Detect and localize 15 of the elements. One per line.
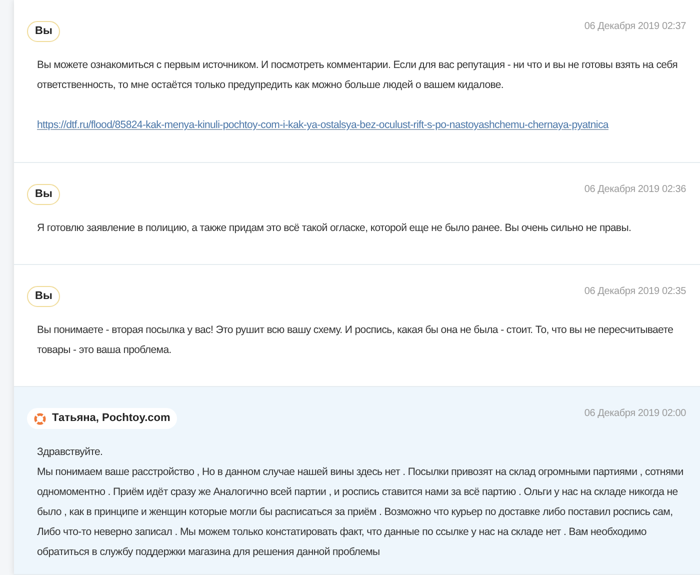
message-text: Вы можете ознакомиться с первым источником. И посмотреть комментарии. Если для вас репутация - ни что и вы не готовы взять на себя ответственность, то мне остаётся только предупредить как можно больше людей о вашем кидалове. (37, 58, 678, 93)
author-name: Татьяна, Pochtoy.com (52, 411, 170, 426)
message-text: Вы понимаете - вторая посылка у вас! Это рушит всю вашу схему. И роспись, какая бы она не была - стоит. То, что вы не пересчитываете товары - это ваша проблема. (37, 323, 674, 358)
lifebuoy-icon (34, 412, 46, 424)
source-link[interactable]: https://dtf.ru/flood/85824-kak-menya-kinuli-pochtoy-com-i-kak-ya-ostalsya-bez-oculust-rift-s-po-nastoyashchemu-chernaya-pyatnica (37, 119, 608, 131)
message-date: 06 Декабря 2019 02:37 (584, 20, 686, 34)
message-date: 06 Декабря 2019 02:36 (584, 183, 686, 197)
message-text: Здравствуйте. (37, 445, 104, 460)
message-text: Мы понимаем ваше расстройство , Но в данном случае нашей вины здесь нет . Посылки привозят на склад огромными партиями , сотнями одномоментно . Приём идёт сразу же Аналогично всей партии , и роспись ставится нами за всё партию . Ольги у нас на складе никогда не было , как в принципе и женщин которые могли бы расписаться за приём . Возможно что курьер по доставке либо поставил роспись сам, Либо что-то неверно записал . Мы можем только констатировать факт, что данные по ссылке у нас на складе нет . Вам необходимо обратиться в службу поддержки магазина для решения данной проблемы (37, 465, 684, 560)
message-date: 06 Декабря 2019 02:00 (584, 407, 686, 421)
author-name: Вы (35, 187, 52, 202)
author-name: Вы (35, 289, 52, 304)
author-name: Вы (35, 24, 52, 40)
message-date: 06 Декабря 2019 02:35 (584, 285, 686, 299)
message-text: Я готовлю заявление в полицию, а также придам это всё такой огласке, которой еще не было ранее. Вы очень сильно не правы. (37, 221, 632, 236)
